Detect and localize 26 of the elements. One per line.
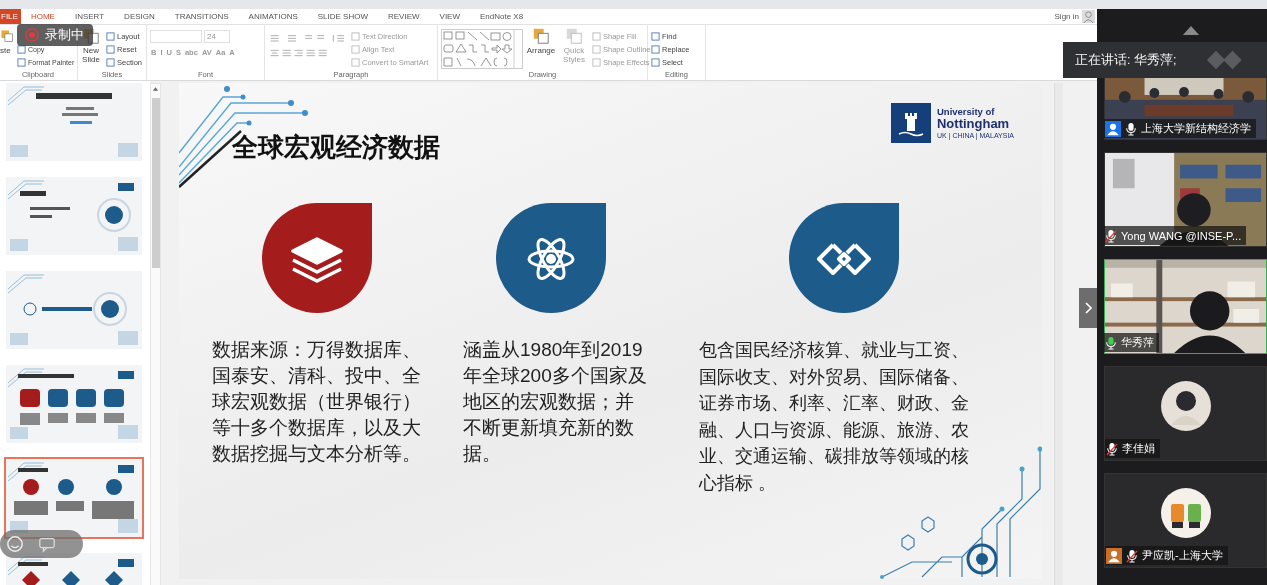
ribbon-tab[interactable]: DESIGN xyxy=(114,9,165,24)
sign-in-link[interactable]: Sign in xyxy=(1054,12,1079,21)
description-text: 包含国民经济核算、就业与工资、国际收支、对外贸易、国际储备、证券市场、利率、汇率、财政、金融、人口与资源、能源、旅游、农业、交通运输、碳排放等领域的核心指标 。 xyxy=(699,339,970,495)
ribbon-tab[interactable]: INSERT xyxy=(64,9,115,24)
ribbon-button[interactable]: ste xyxy=(0,27,15,69)
ribbon-tab[interactable]: ANIMATIONS xyxy=(238,9,308,24)
ribbon-tab[interactable]: VIEW xyxy=(429,9,470,24)
logo-text: University of xyxy=(936,106,996,117)
logo-text: Nottingham xyxy=(936,117,1011,131)
recording-text: 录制中 xyxy=(45,26,84,44)
ribbon-tab[interactable]: SLIDE SHOW xyxy=(307,9,378,24)
speaking-text: 正在讲话: 华秀萍; xyxy=(1075,51,1177,69)
slide-title: 全球宏观经济数据 xyxy=(232,131,440,163)
participant-name: 李佳娟 xyxy=(1122,441,1155,456)
participant-name: Yong WANG @INSE-P... xyxy=(1121,229,1242,242)
ribbon-button[interactable]: Arrange xyxy=(526,27,556,69)
participant-name: 华秀萍 xyxy=(1121,335,1154,350)
ribbon-tab[interactable]: HOME xyxy=(20,9,65,24)
ribbon-tab[interactable]: REVIEW xyxy=(378,9,430,24)
ribbon-tab[interactable]: EndNote X8 xyxy=(470,9,534,24)
description-text: 涵盖从1980年到2019年全球200多个国家及地区的宏观数据；并不断更新填充新的数据。 xyxy=(463,338,648,466)
ribbon-tab[interactable]: FILE xyxy=(0,9,21,24)
participant-name: 上海大学新结构经济学 xyxy=(1141,121,1251,136)
participant-name: 尹应凯-上海大学 xyxy=(1142,548,1223,563)
description-text: 数据来源：万得数据库、国泰安、清科、投中、全球宏观数据（世界银行）等十多个数据库，以及大数据挖掘与文本分析等。 xyxy=(212,338,422,466)
ribbon-tab[interactable]: TRANSITIONS xyxy=(164,9,239,24)
